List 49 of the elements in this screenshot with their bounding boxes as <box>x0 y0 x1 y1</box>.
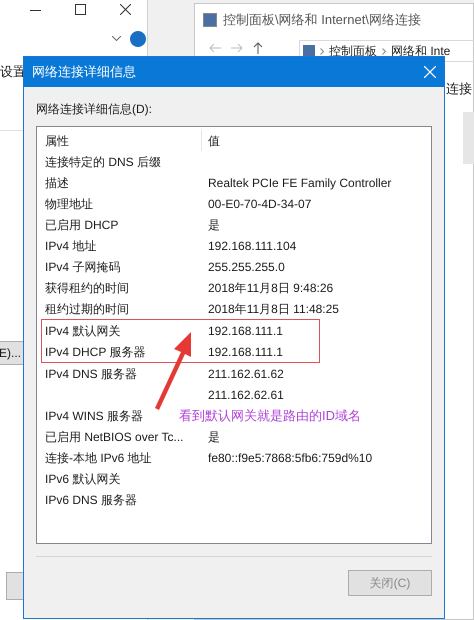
breadcrumb-item[interactable]: 网络和 Inte <box>391 42 450 60</box>
property-cell: 已启用 NetBIOS over Tc... <box>45 430 184 444</box>
help-icon[interactable] <box>130 31 146 47</box>
property-cell: 获得租约的时间 <box>45 280 129 294</box>
folder-icon <box>303 45 315 57</box>
chevron-down-icon[interactable] <box>112 36 121 41</box>
property-cell: IPv4 WINS 服务器 <box>45 408 144 422</box>
window-title: 网络连接详细信息 <box>32 63 136 82</box>
value-cell: 192.168.111.104 <box>208 238 296 252</box>
property-cell: 已启用 DHCP <box>45 218 118 232</box>
window-title: 控制面板\网络和 Internet\网络连接 <box>223 11 421 29</box>
property-cell: 物理地址 <box>45 196 93 210</box>
up-arrow-icon[interactable] <box>253 42 263 54</box>
close-icon[interactable] <box>120 4 131 15</box>
list-label: 网络连接详细信息(D): <box>36 101 152 118</box>
annotation-text: 看到默认网关就是路由的ID域名 <box>179 407 361 425</box>
property-cell: IPv6 默认网关 <box>45 472 120 486</box>
value-cell: 192.168.111.1 <box>208 344 283 358</box>
maximize-icon[interactable] <box>75 4 86 15</box>
value-cell: 是 <box>208 430 220 444</box>
property-cell: IPv4 地址 <box>45 238 96 252</box>
property-cell: 连接-本地 IPv6 地址 <box>45 450 152 464</box>
property-cell: IPv4 DHCP 服务器 <box>45 344 146 358</box>
value-cell: 211.162.62.61 <box>208 388 284 402</box>
value-cell: 2018年11月8日 9:48:26 <box>208 280 334 294</box>
network-icon <box>203 12 217 27</box>
value-cell: 211.162.61.62 <box>208 366 284 380</box>
chevron-right-icon <box>382 48 386 54</box>
chevron-right-icon <box>320 48 324 54</box>
column-header[interactable]: 值 <box>202 132 220 150</box>
property-cell: IPv4 子网掩码 <box>45 260 120 274</box>
value-cell: fe80::f9e5:7868:5fb6:759d%10 <box>208 450 372 464</box>
scrollbar <box>463 112 474 164</box>
value-cell: 192.168.111.1 <box>208 324 283 338</box>
properties-button[interactable]: E)... <box>0 341 24 365</box>
property-cell: 租约过期的时间 <box>45 302 129 316</box>
property-cell: IPv4 DNS 服务器 <box>45 366 138 380</box>
property-cell: IPv4 默认网关 <box>45 324 120 338</box>
value-cell: 是 <box>208 218 220 232</box>
value-cell: 2018年11月8日 11:48:25 <box>208 302 339 316</box>
column-header[interactable]: 属性 <box>45 130 202 151</box>
value-cell: 255.255.255.0 <box>208 260 285 274</box>
property-cell: 描述 <box>45 176 69 190</box>
value-cell: 00-E0-70-4D-34-07 <box>208 196 312 210</box>
toolbar-text[interactable]: 连接 <box>446 79 472 98</box>
value-cell: Realtek PCIe FE Family Controller <box>208 176 392 190</box>
property-cell: IPv6 DNS 服务器 <box>45 492 138 506</box>
breadcrumb-item[interactable]: 控制面板 <box>329 42 377 60</box>
property-cell: 连接特定的 DNS 后缀 <box>45 154 162 168</box>
